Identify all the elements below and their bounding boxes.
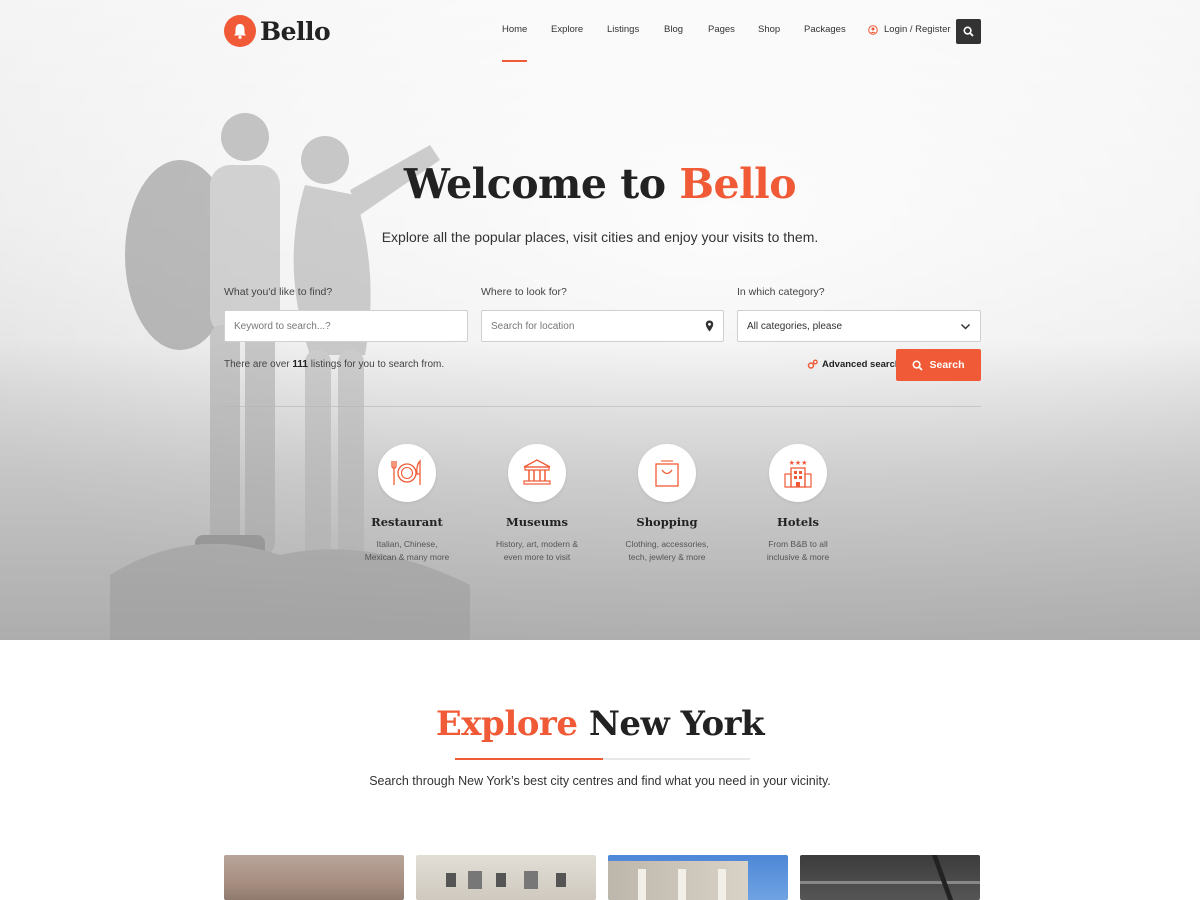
- svg-text:★★★: ★★★: [789, 459, 808, 467]
- location-input[interactable]: [491, 320, 714, 332]
- bell-icon: [224, 15, 256, 47]
- listing-count-value: 111: [292, 359, 308, 370]
- advanced-search-label: Advanced search: [822, 359, 901, 370]
- shopping-bag-icon: [655, 460, 679, 487]
- hero-title-accent: Bello: [679, 160, 797, 208]
- brand-name: Bello: [260, 16, 331, 46]
- hero-divider: [224, 406, 981, 407]
- keyword-field[interactable]: [224, 310, 468, 342]
- category-desc: Italian, Chinese, Mexican & many more: [364, 539, 450, 562]
- hero-title-prefix: Welcome to: [403, 160, 666, 208]
- city-card-2[interactable]: [416, 855, 596, 900]
- category-museums[interactable]: Museums History, art, modern & even more…: [472, 444, 602, 564]
- nav-item-blog[interactable]: Blog: [664, 24, 683, 35]
- user-icon: [868, 24, 878, 35]
- login-label: Login / Register: [884, 24, 951, 35]
- nav-item-explore[interactable]: Explore: [551, 24, 583, 35]
- plate-cutlery-icon: [391, 459, 421, 485]
- category-desc: From B&B to all inclusive & more: [766, 539, 830, 562]
- listing-count-suffix: listings for you to search from.: [310, 359, 445, 370]
- advanced-search-link[interactable]: Advanced search: [807, 359, 901, 370]
- category-name: Shopping: [636, 515, 698, 529]
- category-shopping[interactable]: Shopping Clothing, accessories, tech, je…: [602, 444, 732, 564]
- nav-active-indicator: [502, 60, 527, 62]
- category-select[interactable]: All categories, please: [737, 310, 981, 342]
- category-label: In which category?: [737, 286, 825, 298]
- find-label: What you'd like to find?: [224, 286, 333, 298]
- category-hotels[interactable]: ★★★ Hotels From B&B to all inclusive & m…: [733, 444, 863, 564]
- nav-item-listings[interactable]: Listings: [607, 24, 639, 35]
- category-restaurant[interactable]: Restaurant Italian, Chinese, Mexican & m…: [342, 444, 472, 564]
- search-icon: [963, 26, 974, 37]
- category-select-value: All categories, please: [747, 320, 843, 332]
- explore-subtitle: Search through New York’s best city cent…: [369, 774, 831, 788]
- category-name: Hotels: [776, 515, 819, 529]
- explore-title-rest: New York: [588, 704, 765, 744]
- nav-item-home[interactable]: Home: [502, 24, 527, 35]
- city-card-1[interactable]: [224, 855, 404, 900]
- listing-count-prefix: There are over: [224, 359, 290, 370]
- category-icon-circle: [508, 444, 566, 502]
- museum-icon: [523, 459, 551, 485]
- where-label: Where to look for?: [481, 286, 567, 298]
- chevron-down-icon: [960, 323, 971, 330]
- nav-item-pages[interactable]: Pages: [708, 24, 735, 35]
- location-pin-icon[interactable]: [705, 320, 714, 332]
- category-icon-circle: ★★★: [769, 444, 827, 502]
- category-desc: History, art, modern & even more to visi…: [495, 539, 579, 562]
- brand-logo[interactable]: Bello: [224, 15, 331, 47]
- category-icon-circle: [638, 444, 696, 502]
- explore-title-accent: Explore: [435, 704, 578, 744]
- login-register-link[interactable]: Login / Register: [868, 24, 951, 35]
- nav-item-packages[interactable]: Packages: [804, 24, 846, 35]
- header-search-button[interactable]: [956, 19, 981, 44]
- city-card-4[interactable]: [800, 855, 980, 900]
- hotel-icon: ★★★: [784, 459, 812, 488]
- search-button[interactable]: Search: [896, 349, 981, 381]
- search-icon: [912, 359, 924, 371]
- search-button-label: Search: [929, 359, 965, 371]
- gears-icon: [807, 359, 818, 369]
- nav-item-shop[interactable]: Shop: [758, 24, 780, 35]
- category-name: Restaurant: [371, 515, 443, 529]
- keyword-input[interactable]: [234, 320, 458, 332]
- hero-title: Welcome to Bello: [0, 160, 1200, 208]
- hero-subtitle: Explore all the popular places, visit ci…: [381, 229, 819, 245]
- city-card-3[interactable]: [608, 855, 788, 900]
- location-field[interactable]: [481, 310, 724, 342]
- listing-count: There are over 111 listings for you to s…: [224, 359, 444, 370]
- category-name: Museums: [506, 515, 568, 529]
- site-header: Bello Home Explore Listings Blog Pages S…: [0, 0, 1200, 64]
- category-icon-circle: [378, 444, 436, 502]
- explore-title: Explore New York: [0, 704, 1200, 744]
- explore-title-underline: [455, 758, 750, 760]
- category-desc: Clothing, accessories, tech, jewlery & m…: [625, 539, 709, 562]
